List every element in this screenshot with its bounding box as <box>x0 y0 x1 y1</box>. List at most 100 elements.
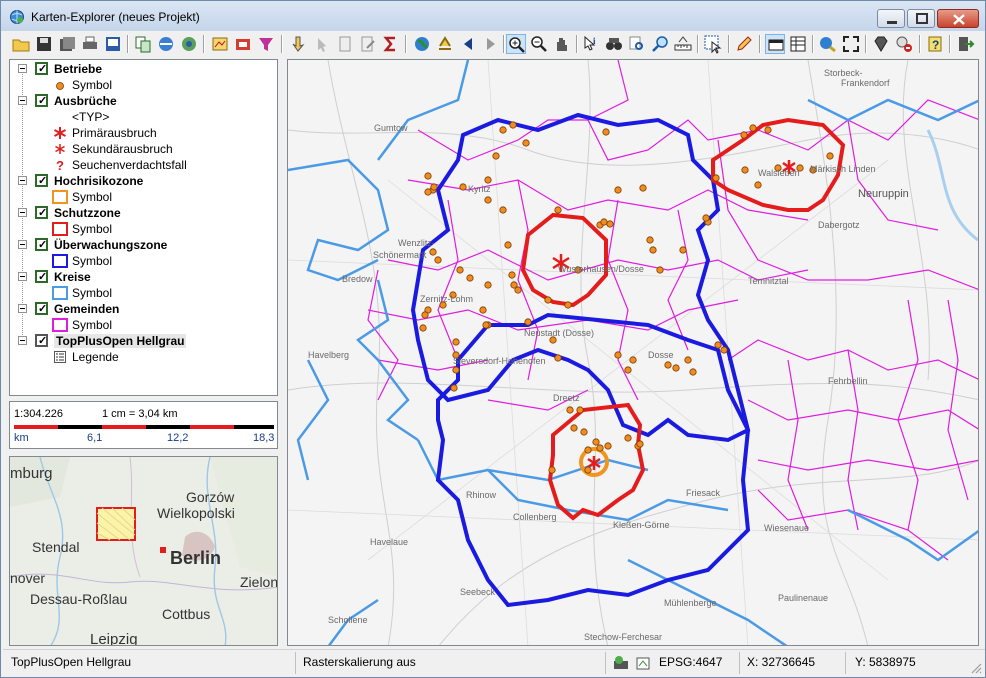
collapse-icon[interactable] <box>18 240 27 249</box>
zoom-out-icon[interactable] <box>529 34 549 54</box>
deselect-icon[interactable] <box>312 34 332 54</box>
question-icon: ? <box>56 158 64 172</box>
entry-label: Symbol <box>72 190 113 204</box>
place-label: Dreetz <box>553 393 580 403</box>
search-icon[interactable] <box>650 34 670 54</box>
collapse-icon[interactable] <box>18 272 27 281</box>
move-icon[interactable] <box>435 34 455 54</box>
scale-bar <box>14 425 274 429</box>
table-icon[interactable] <box>788 34 808 54</box>
zoom-in-icon[interactable] <box>506 34 526 54</box>
entry-label: Symbol <box>72 286 113 300</box>
map-add-icon[interactable] <box>210 34 230 54</box>
save-icon[interactable] <box>34 34 54 54</box>
layer-name: Betriebe <box>54 62 103 76</box>
collapse-icon[interactable] <box>18 208 27 217</box>
copy-icon[interactable] <box>133 34 153 54</box>
measure-icon[interactable] <box>673 34 693 54</box>
print-icon[interactable] <box>80 34 100 54</box>
place-label: Dabergotz <box>818 220 860 230</box>
layer-checkbox[interactable]: ✓ <box>35 206 48 219</box>
title-bar: Karten-Explorer (neues Projekt) <box>1 1 985 31</box>
diamond-icon[interactable] <box>871 34 891 54</box>
layer-betriebe[interactable]: ✓ Betriebe <box>10 61 270 77</box>
layers-icon[interactable] <box>156 34 176 54</box>
layer-kreise[interactable]: ✓ Kreise <box>10 269 270 285</box>
pen-icon[interactable] <box>734 34 754 54</box>
place-label: Wenzlitz- <box>398 238 435 248</box>
layer-checkbox[interactable]: ✓ <box>35 174 48 187</box>
layer-ueberwachungszone[interactable]: ✓ Überwachungszone <box>10 237 270 253</box>
collapse-icon[interactable] <box>18 176 27 185</box>
entry-label: <TYP> <box>72 110 110 124</box>
save-as-icon[interactable] <box>57 34 77 54</box>
layer-topplusopen[interactable]: ✓ TopPlusOpen Hellgrau <box>10 333 270 349</box>
collapse-icon[interactable] <box>18 336 27 345</box>
place-label: Collenberg <box>513 512 557 522</box>
resize-grip-icon[interactable] <box>970 662 982 674</box>
projection-icon[interactable] <box>635 655 651 671</box>
layer-checkbox[interactable]: ✓ <box>35 238 48 251</box>
open-icon[interactable] <box>11 34 31 54</box>
layer-checkbox[interactable]: ✓ <box>35 62 48 75</box>
layer-checkbox[interactable]: ✓ <box>35 94 48 107</box>
collapse-icon[interactable] <box>18 96 27 105</box>
layer-legend-panel: ✓ Betriebe Symbol ✓ Ausbrüche <TYP> Prim… <box>9 59 278 396</box>
layer-schutzzone[interactable]: ✓ Schutzzone <box>10 205 270 221</box>
place-label: Kleßen-Görne <box>613 520 670 530</box>
layer-checkbox[interactable]: ✓ <box>35 334 48 347</box>
entry-label: Primärausbruch <box>72 126 157 140</box>
place-label: Rhinow <box>466 490 497 500</box>
export-icon[interactable] <box>233 34 253 54</box>
collapse-icon[interactable] <box>18 64 27 73</box>
maximize-button[interactable] <box>907 9 935 28</box>
binoculars-icon[interactable] <box>604 34 624 54</box>
help-icon[interactable]: ? <box>925 34 945 54</box>
main-map[interactable]: Storbeck- Frankendorf Gumtow Walsleben M… <box>287 59 979 646</box>
layer-checkbox[interactable]: ✓ <box>35 302 48 315</box>
select-icon[interactable] <box>289 34 309 54</box>
legend-entry: Symbol <box>10 317 270 333</box>
delete-icon[interactable] <box>894 34 914 54</box>
place-label: Zernitz-Lohm <box>420 294 474 304</box>
print-preview-icon[interactable] <box>103 34 123 54</box>
legend-entry: Primärausbruch <box>10 125 270 141</box>
legend-entry[interactable]: Legende <box>10 349 270 365</box>
globe-icon[interactable] <box>412 34 432 54</box>
legend-entry: Sekundärausbruch <box>10 141 270 157</box>
window-icon[interactable] <box>765 34 785 54</box>
close-button[interactable] <box>937 9 979 28</box>
legend-icon <box>54 351 66 363</box>
edit-icon[interactable] <box>358 34 378 54</box>
minimize-button[interactable] <box>877 9 905 28</box>
overview-map[interactable]: mburg Gorzów Wielkopolski Stendal Berlin… <box>9 456 278 646</box>
connect-icon[interactable] <box>818 34 838 54</box>
info-icon[interactable]: i <box>581 34 601 54</box>
fullscreen-icon[interactable] <box>841 34 861 54</box>
find-icon[interactable] <box>627 34 647 54</box>
sum-icon[interactable] <box>381 34 401 54</box>
status-epsg: EPSG:4647 <box>659 655 723 669</box>
document-icon[interactable] <box>335 34 355 54</box>
place-label: Havelaue <box>370 537 409 547</box>
panel-splitter[interactable] <box>279 59 284 647</box>
layer-gemeinden[interactable]: ✓ Gemeinden <box>10 301 270 317</box>
back-icon[interactable] <box>458 34 478 54</box>
filter-icon[interactable] <box>256 34 276 54</box>
cursor-icon[interactable] <box>703 34 723 54</box>
scale-tick: 12,2 <box>167 432 189 444</box>
layer-ausbrueche[interactable]: ✓ Ausbrüche <box>10 93 270 109</box>
network-icon[interactable] <box>613 655 629 671</box>
layer-checkbox[interactable]: ✓ <box>35 270 48 283</box>
blue-box-icon <box>52 254 68 268</box>
forward-icon[interactable] <box>481 34 501 54</box>
layer-hochrisikozone[interactable]: ✓ Hochrisikozone <box>10 173 270 189</box>
scale-tick: 6,1 <box>87 432 103 444</box>
place-label: Storbeck- <box>824 68 863 78</box>
exit-icon[interactable] <box>955 34 975 54</box>
globe-sync-icon[interactable] <box>179 34 199 54</box>
pan-icon[interactable] <box>552 34 572 54</box>
collapse-icon[interactable] <box>18 304 27 313</box>
overview-label: Gorzów <box>186 489 235 505</box>
place-label: Havelberg <box>308 350 350 360</box>
